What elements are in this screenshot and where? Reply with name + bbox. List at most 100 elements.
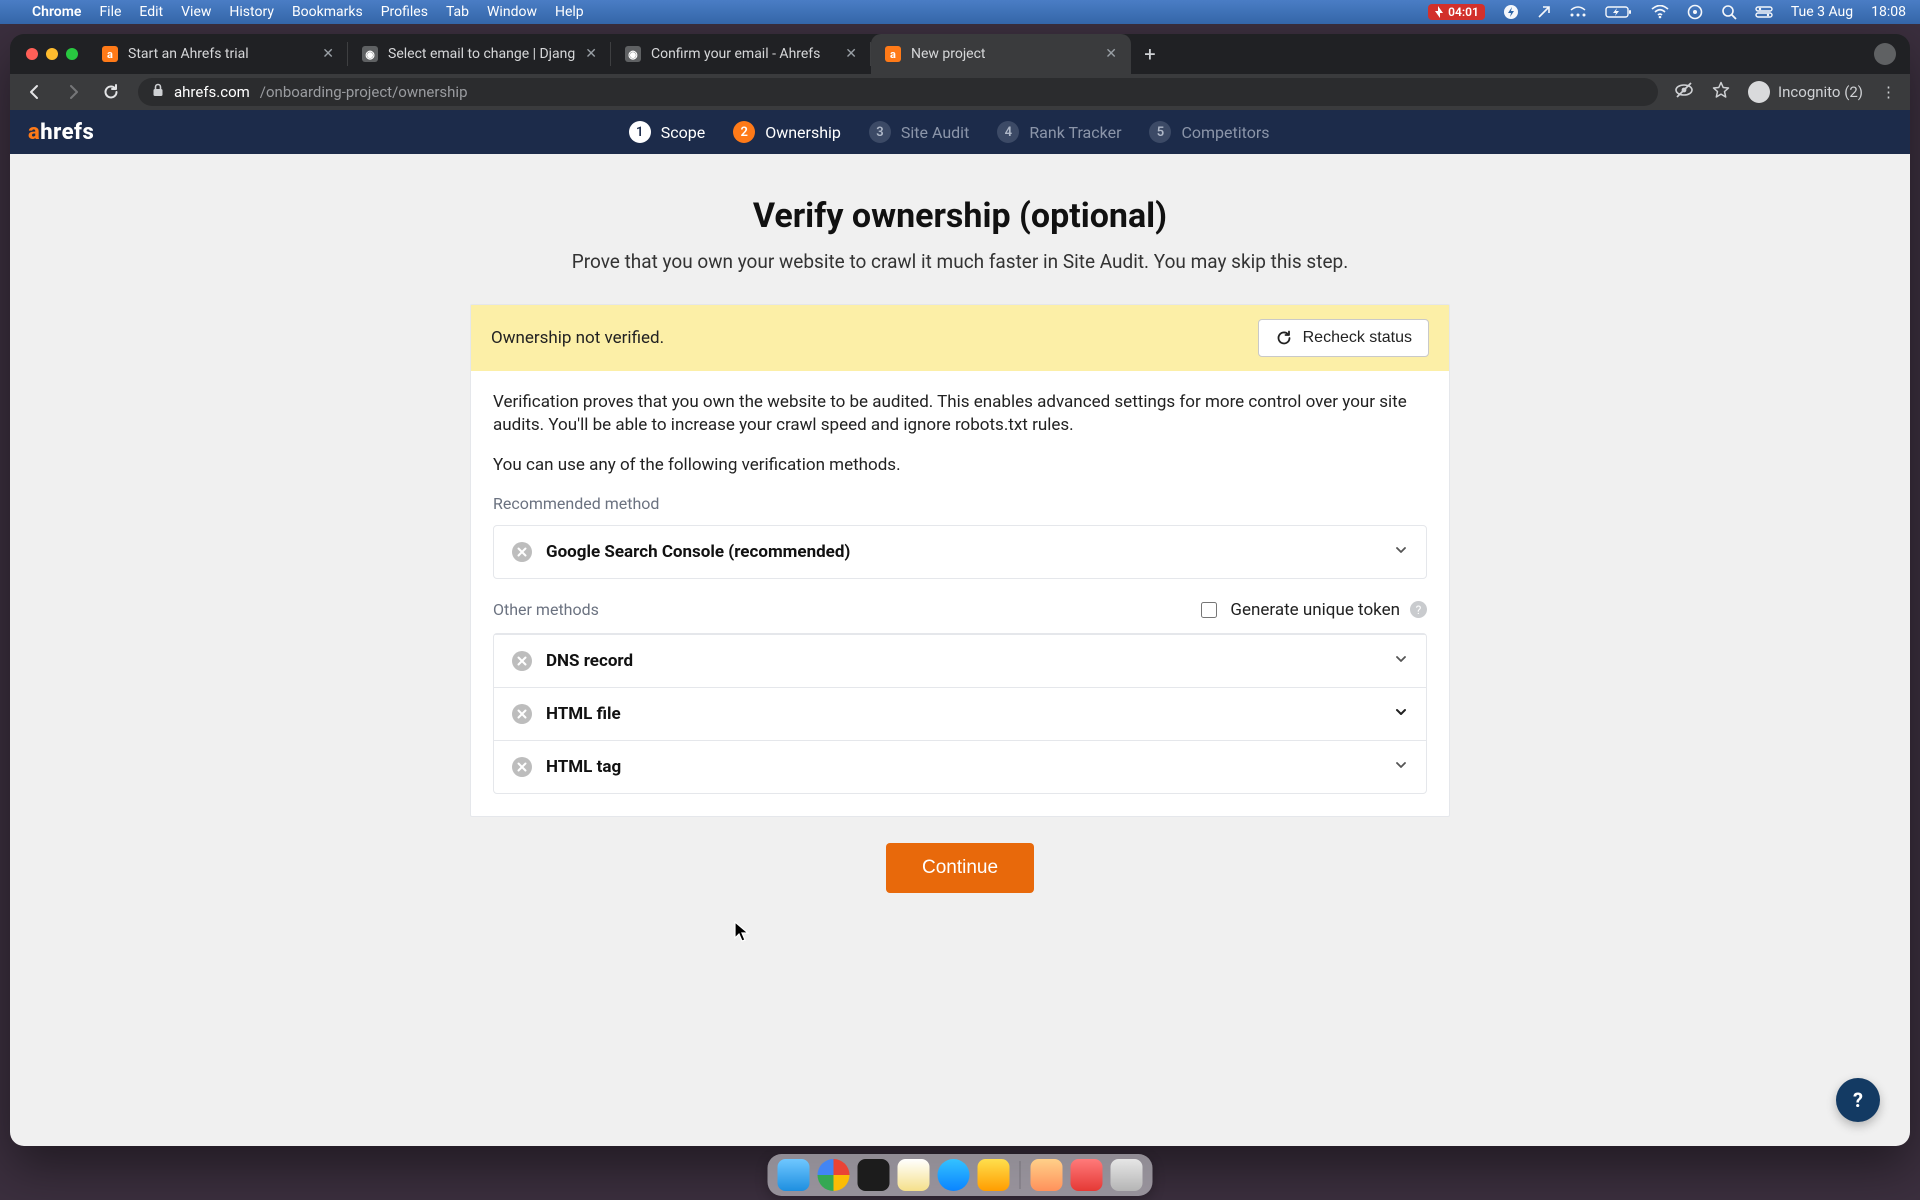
- lock-icon: [152, 83, 164, 101]
- dock-app-finder[interactable]: [778, 1159, 810, 1191]
- dock-app-chrome[interactable]: [818, 1159, 850, 1191]
- dock-app-terminal[interactable]: [858, 1159, 890, 1191]
- method-google-search-console[interactable]: Google Search Console (recommended): [494, 526, 1426, 578]
- browser-tab-2[interactable]: ◉ Confirm your email - Ahrefs ✕: [611, 34, 871, 74]
- close-tab-icon[interactable]: ✕: [845, 46, 857, 62]
- dock-app-notes[interactable]: [898, 1159, 930, 1191]
- url-domain: ahrefs.com: [174, 83, 250, 101]
- verification-card: Ownership not verified. Recheck status V…: [470, 304, 1450, 817]
- favicon-globe-icon: ◉: [362, 46, 378, 62]
- unverified-status-icon: [512, 704, 532, 724]
- reload-button[interactable]: [100, 81, 122, 103]
- forward-button[interactable]: [62, 81, 84, 103]
- back-button[interactable]: [24, 81, 46, 103]
- chevron-down-icon: [1394, 704, 1408, 724]
- incognito-badge[interactable]: Incognito (2): [1748, 81, 1863, 103]
- tracking-protection-icon[interactable]: [1674, 81, 1694, 103]
- verification-description-2: You can use any of the following verific…: [493, 454, 1427, 478]
- favicon-ahrefs-icon: a: [885, 46, 901, 62]
- incognito-label: Incognito (2): [1778, 83, 1863, 101]
- generate-token-checkbox[interactable]: [1201, 602, 1217, 618]
- recheck-status-button[interactable]: Recheck status: [1258, 319, 1429, 357]
- close-tab-icon[interactable]: ✕: [585, 46, 597, 62]
- menubar-date[interactable]: Tue 3 Aug: [1791, 4, 1853, 20]
- menu-edit[interactable]: Edit: [139, 4, 163, 20]
- favicon-globe-icon: ◉: [625, 46, 641, 62]
- url-path: /onboarding-project/ownership: [260, 83, 468, 101]
- menubar-right: 04:01 Tue 3 Aug 18:08: [1428, 4, 1906, 20]
- battery-icon[interactable]: [1605, 5, 1633, 19]
- menubar-extra-icon-2[interactable]: [1569, 6, 1587, 18]
- recommended-method-label: Recommended method: [493, 494, 1427, 513]
- browser-tab-0[interactable]: a Start an Ahrefs trial ✕: [88, 34, 348, 74]
- favicon-ahrefs-icon: a: [102, 46, 118, 62]
- dock-separator: [1020, 1161, 1021, 1189]
- tab-title: Start an Ahrefs trial: [128, 46, 249, 62]
- menu-history[interactable]: History: [229, 4, 274, 20]
- method-html-file[interactable]: HTML file: [494, 687, 1426, 740]
- window-controls: [22, 34, 88, 74]
- step-site-audit[interactable]: 3Site Audit: [869, 121, 969, 143]
- menubar-extra-icon-1[interactable]: [1537, 5, 1551, 19]
- dock-app-safari[interactable]: [938, 1159, 970, 1191]
- step-scope[interactable]: 1Scope: [629, 121, 705, 143]
- dock-app-ide[interactable]: [978, 1159, 1010, 1191]
- page-content: Verify ownership (optional) Prove that y…: [10, 154, 1910, 933]
- menubar-left: Chrome File Edit View History Bookmarks …: [14, 4, 584, 20]
- step-ownership[interactable]: 2Ownership: [733, 121, 841, 143]
- mac-menubar: Chrome File Edit View History Bookmarks …: [0, 0, 1920, 24]
- dock-app-trash[interactable]: [1111, 1159, 1143, 1191]
- verification-description-1: Verification proves that you own the web…: [493, 391, 1427, 439]
- logo-mark: a: [28, 120, 40, 145]
- help-tooltip-icon[interactable]: ?: [1410, 601, 1427, 618]
- method-name: DNS record: [546, 651, 633, 671]
- ahrefs-logo[interactable]: ahrefs: [28, 120, 94, 145]
- method-dns-record[interactable]: DNS record: [494, 634, 1426, 687]
- battery-timer-pill[interactable]: 04:01: [1428, 4, 1485, 20]
- menu-file[interactable]: File: [99, 4, 121, 20]
- step-rank-tracker[interactable]: 4Rank Tracker: [997, 121, 1121, 143]
- bookmark-star-icon[interactable]: [1712, 81, 1730, 103]
- new-tab-button[interactable]: +: [1131, 34, 1169, 74]
- fast-charge-icon[interactable]: [1503, 4, 1519, 20]
- menu-tab[interactable]: Tab: [446, 4, 469, 20]
- window-minimize-button[interactable]: [46, 48, 58, 60]
- close-tab-icon[interactable]: ✕: [322, 46, 334, 62]
- unverified-status-icon: [512, 542, 532, 562]
- menu-bookmarks[interactable]: Bookmarks: [292, 4, 363, 20]
- browser-tab-3[interactable]: a New project ✕: [871, 34, 1131, 74]
- help-fab-button[interactable]: ?: [1836, 1078, 1880, 1122]
- generate-token-label: Generate unique token: [1230, 600, 1400, 620]
- tab-title: New project: [911, 46, 986, 62]
- spotlight-icon[interactable]: [1721, 4, 1737, 20]
- menu-help[interactable]: Help: [555, 4, 584, 20]
- menubar-app-name[interactable]: Chrome: [32, 4, 81, 20]
- menu-view[interactable]: View: [181, 4, 211, 20]
- dock-app-utility[interactable]: [1071, 1159, 1103, 1191]
- window-close-button[interactable]: [26, 48, 38, 60]
- step-competitors[interactable]: 5Competitors: [1149, 121, 1269, 143]
- method-name: HTML tag: [546, 757, 621, 777]
- method-html-tag[interactable]: HTML tag: [494, 740, 1426, 793]
- browser-tab-1[interactable]: ◉ Select email to change | Djang ✕: [348, 34, 611, 74]
- continue-button[interactable]: Continue: [886, 843, 1034, 893]
- onboarding-steps: 1Scope 2Ownership 3Site Audit 4Rank Trac…: [629, 121, 1270, 143]
- wifi-icon[interactable]: [1651, 5, 1669, 19]
- window-zoom-button[interactable]: [66, 48, 78, 60]
- method-name: HTML file: [546, 704, 621, 724]
- unverified-status-icon: [512, 651, 532, 671]
- status-text: Ownership not verified.: [491, 328, 664, 348]
- menu-profiles[interactable]: Profiles: [381, 4, 428, 20]
- focus-icon[interactable]: [1687, 4, 1703, 20]
- menu-window[interactable]: Window: [487, 4, 537, 20]
- toolbar-right: Incognito (2) ⋮: [1674, 81, 1896, 103]
- browser-tab-bar: a Start an Ahrefs trial ✕ ◉ Select email…: [10, 34, 1910, 74]
- incognito-indicator-icon[interactable]: [1874, 43, 1896, 65]
- control-center-icon[interactable]: [1755, 5, 1773, 19]
- address-bar[interactable]: ahrefs.com/onboarding-project/ownership: [138, 78, 1658, 106]
- close-tab-icon[interactable]: ✕: [1105, 46, 1117, 62]
- menubar-time[interactable]: 18:08: [1871, 4, 1906, 20]
- overflow-menu-icon[interactable]: ⋮: [1881, 83, 1896, 101]
- dock-app-folder[interactable]: [1031, 1159, 1063, 1191]
- page-title: Verify ownership (optional): [753, 196, 1167, 236]
